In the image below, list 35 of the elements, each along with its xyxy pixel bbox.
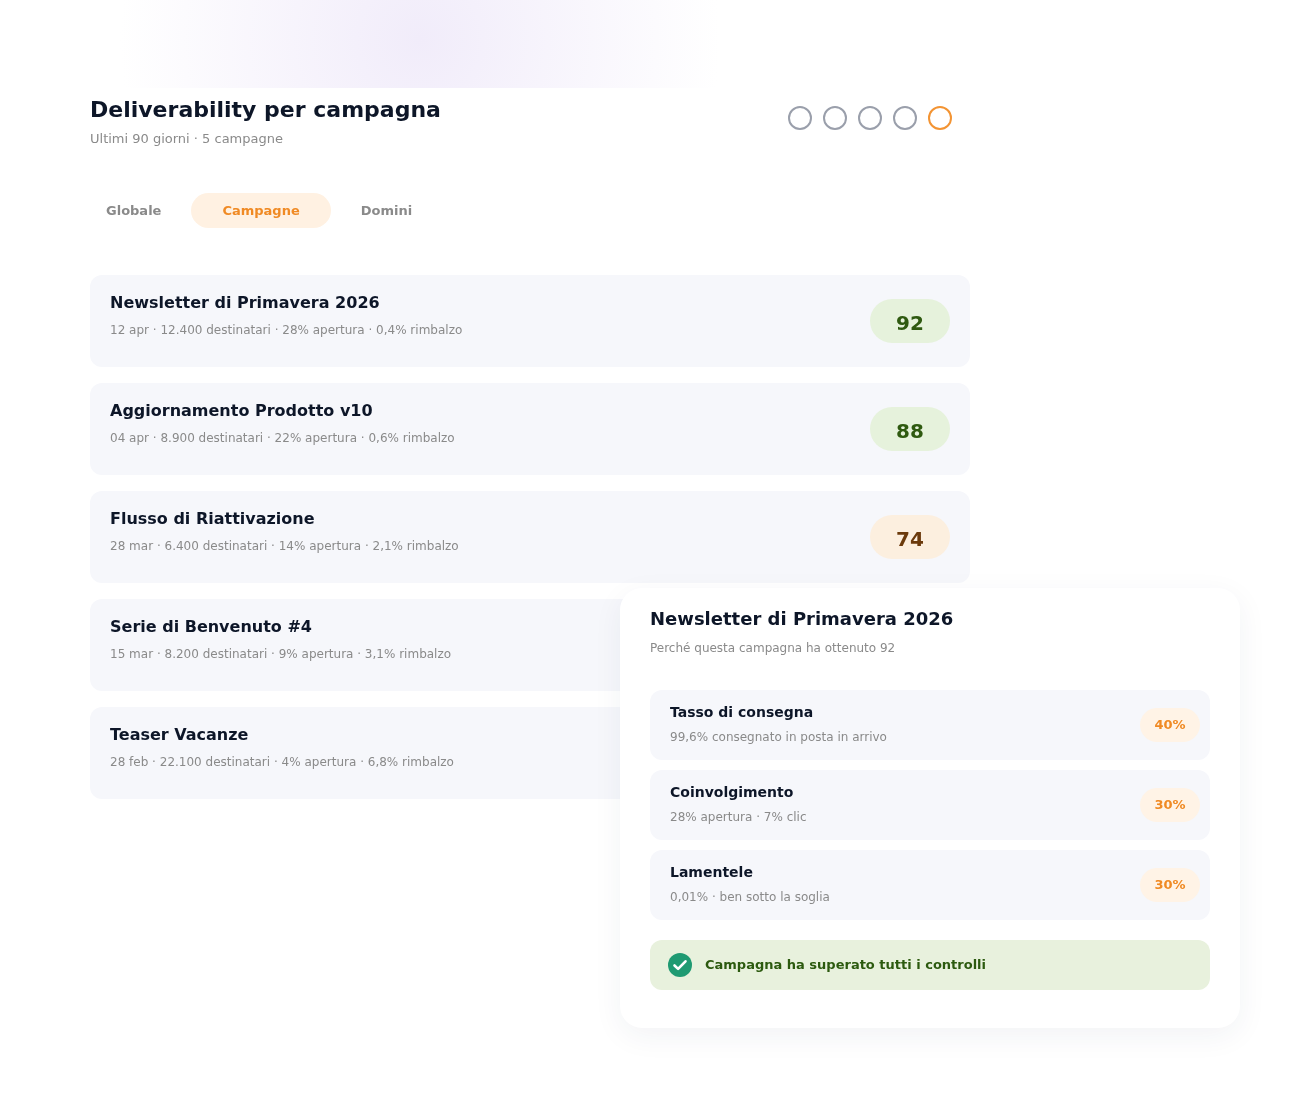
score-badge: 88 [870,407,950,451]
score-badge: 92 [870,299,950,343]
weight-badge: 40% [1140,708,1200,742]
weight-badge: 30% [1140,868,1200,902]
status-message: Campagna ha superato tutti i controlli [705,956,986,975]
campaign-stats: 04 apr · 8.900 destinatari · 22% apertura · 0,6% rimbalzo [110,431,455,446]
campaign-stats: 12 apr · 12.400 destinatari · 28% apertura · 0,4% rimbalzo [110,323,463,338]
campaign-row[interactable]: Flusso di Riattivazione 28 mar · 6.400 destinatari · 14% apertura · 2,1% rimbalzo 74 [90,491,970,583]
ring-icon[interactable] [788,106,812,130]
card-subtitle: Ultimi 90 giorni · 5 campagne [90,131,284,147]
campaign-name: Aggiornamento Prodotto v10 [110,401,374,421]
campaign-stats: 15 mar · 8.200 destinatari · 9% apertura · 3,1% rimbalzo [110,647,452,662]
campaign-name: Flusso di Riattivazione [110,509,316,529]
factor-name: Coinvolgimento [670,783,795,801]
campaign-row[interactable]: Aggiornamento Prodotto v10 04 apr · 8.900 destinatari · 22% apertura · 0,6% rimbalzo 88 [90,383,970,475]
campaign-name: Teaser Vacanze [110,725,250,745]
detail-title: Newsletter di Primavera 2026 [650,608,955,630]
card-title: Deliverability per campagna [90,97,441,123]
detail-subtitle: Perché questa campagna ha ottenuto 92 [650,641,897,656]
campaign-stats: 28 mar · 6.400 destinatari · 14% apertura · 2,1% rimbalzo [110,539,459,554]
campaign-stats: 28 feb · 22.100 destinatari · 4% apertura · 6,8% rimbalzo [110,755,454,770]
check-circle-icon [668,953,692,977]
ring-icon[interactable] [928,106,952,130]
ring-icon[interactable] [893,106,917,130]
factor-details: 0,01% · ben sotto la soglia [670,890,830,905]
campaign-name: Serie di Benvenuto #4 [110,617,313,637]
factor-name: Lamentele [670,863,754,881]
ring-icon[interactable] [858,106,882,130]
factor-details: 28% apertura · 7% clic [670,810,807,825]
weight-badge: 30% [1140,788,1200,822]
score-badge: 74 [870,515,950,559]
ring-icon[interactable] [823,106,847,130]
campaign-row[interactable]: Newsletter di Primavera 2026 12 apr · 12.400 destinatari · 28% apertura · 0,4% rimbalzo 92 [90,275,970,367]
factor-details: 99,6% consegnato in posta in arrivo [670,730,887,745]
campaign-name: Newsletter di Primavera 2026 [110,293,381,313]
